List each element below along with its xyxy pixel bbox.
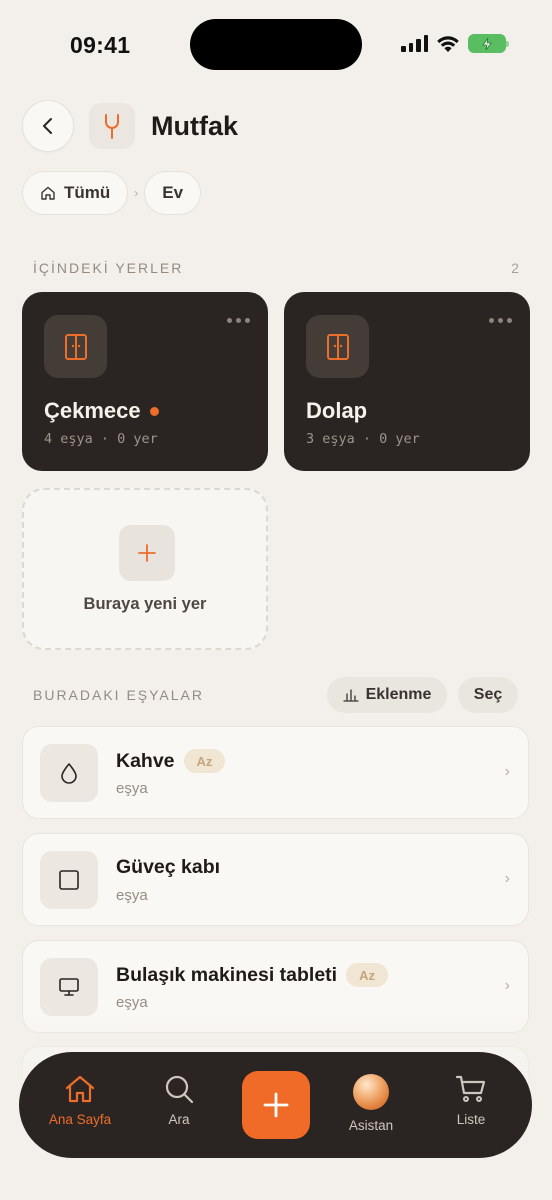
- page-title: Mutfak: [151, 110, 238, 141]
- tab-label: Ana Sayfa: [48, 1112, 112, 1127]
- home-icon: [65, 1075, 95, 1103]
- add-place-button[interactable]: Buraya yeni yer: [22, 488, 268, 650]
- low-stock-badge: Az: [183, 749, 226, 773]
- item-type: eşya: [116, 780, 148, 797]
- tab-assistant[interactable]: Asistan: [329, 1074, 413, 1133]
- breadcrumb-label: Tümü: [64, 183, 111, 202]
- add-item-button[interactable]: [242, 1071, 310, 1139]
- chevron-right-icon: ›: [504, 870, 510, 887]
- more-options-icon[interactable]: [489, 318, 512, 323]
- item-name-text: Bulaşık makinesi tableti: [116, 963, 338, 986]
- tab-label: Ara: [168, 1112, 190, 1127]
- tab-bar: Ana Sayfa Ara Asistan Liste: [19, 1052, 532, 1158]
- square-icon: [40, 851, 98, 909]
- status-dot: [149, 406, 159, 416]
- status-bar: 09:41: [0, 0, 552, 90]
- assistant-orb-icon: [353, 1074, 389, 1110]
- search-icon: [165, 1075, 194, 1104]
- chevron-right-icon: ›: [504, 763, 510, 780]
- tab-list[interactable]: Liste: [429, 1074, 513, 1127]
- bar-chart-icon: [342, 689, 359, 702]
- back-button[interactable]: [22, 100, 74, 152]
- place-meta: 3 eşya · 0 yer: [306, 431, 420, 447]
- battery-charging-icon: [468, 34, 509, 53]
- breadcrumb-item-ev[interactable]: Ev: [144, 171, 202, 215]
- place-card-dolap[interactable]: Dolap 3 eşya · 0 yer: [284, 292, 530, 471]
- chevron-right-icon: ›: [134, 186, 139, 200]
- place-card-cekmece[interactable]: Çekmece 4 eşya · 0 yer: [22, 292, 268, 471]
- signal-icon: [401, 35, 428, 52]
- monitor-icon: [40, 958, 98, 1016]
- breadcrumb-item-all[interactable]: Tümü: [22, 171, 129, 215]
- place-name: Dolap: [306, 398, 367, 424]
- drop-icon: [40, 744, 98, 802]
- tab-label: Asistan: [348, 1118, 394, 1133]
- status-icons: [401, 34, 509, 53]
- header: Mutfak: [22, 100, 238, 152]
- dynamic-island: [190, 19, 362, 70]
- select-button[interactable]: Seç: [458, 677, 518, 713]
- chevron-left-icon: [43, 118, 52, 134]
- plus-icon: [119, 525, 175, 581]
- home-icon: [41, 186, 55, 200]
- item-name: Bulaşık makinesi tableti Az: [116, 963, 388, 987]
- item-type: eşya: [116, 887, 148, 904]
- cart-icon: [455, 1075, 486, 1102]
- add-place-label: Buraya yeni yer: [83, 595, 207, 613]
- cabinet-icon: [44, 315, 107, 378]
- sort-button[interactable]: Eklenme: [327, 677, 447, 713]
- item-type: eşya: [116, 994, 148, 1011]
- plus-icon: [263, 1092, 289, 1118]
- place-name-text: Çekmece: [44, 398, 141, 423]
- breadcrumb: Tümü › Ev: [22, 171, 202, 215]
- more-options-icon[interactable]: [227, 318, 250, 323]
- list-item[interactable]: Güveç kabı eşya ›: [22, 833, 529, 926]
- place-name: Çekmece: [44, 398, 159, 424]
- wifi-icon: [437, 35, 459, 52]
- breadcrumb-label: Ev: [162, 183, 184, 202]
- item-name-text: Güveç kabı: [116, 856, 221, 878]
- tab-home[interactable]: Ana Sayfa: [38, 1074, 122, 1127]
- place-name-text: Dolap: [306, 398, 368, 423]
- tab-search[interactable]: Ara: [137, 1074, 221, 1127]
- sort-label: Eklenme: [365, 686, 432, 703]
- places-count: 2: [511, 260, 519, 276]
- item-name: Kahve Az: [116, 749, 226, 773]
- places-section-label: İÇİNDEKİ YERLER: [33, 260, 184, 276]
- item-name: Güveç kabı: [116, 856, 220, 879]
- place-meta: 4 eşya · 0 yer: [44, 431, 158, 447]
- list-item[interactable]: Kahve Az eşya ›: [22, 726, 529, 819]
- fork-icon: [89, 103, 135, 149]
- items-section-label: BURADAKI EŞYALAR: [33, 687, 205, 703]
- status-time: 09:41: [70, 32, 131, 58]
- cabinet-icon: [306, 315, 369, 378]
- tab-label: Liste: [456, 1112, 486, 1127]
- low-stock-badge: Az: [346, 963, 388, 987]
- item-name-text: Kahve: [116, 749, 175, 772]
- chevron-right-icon: ›: [504, 977, 510, 994]
